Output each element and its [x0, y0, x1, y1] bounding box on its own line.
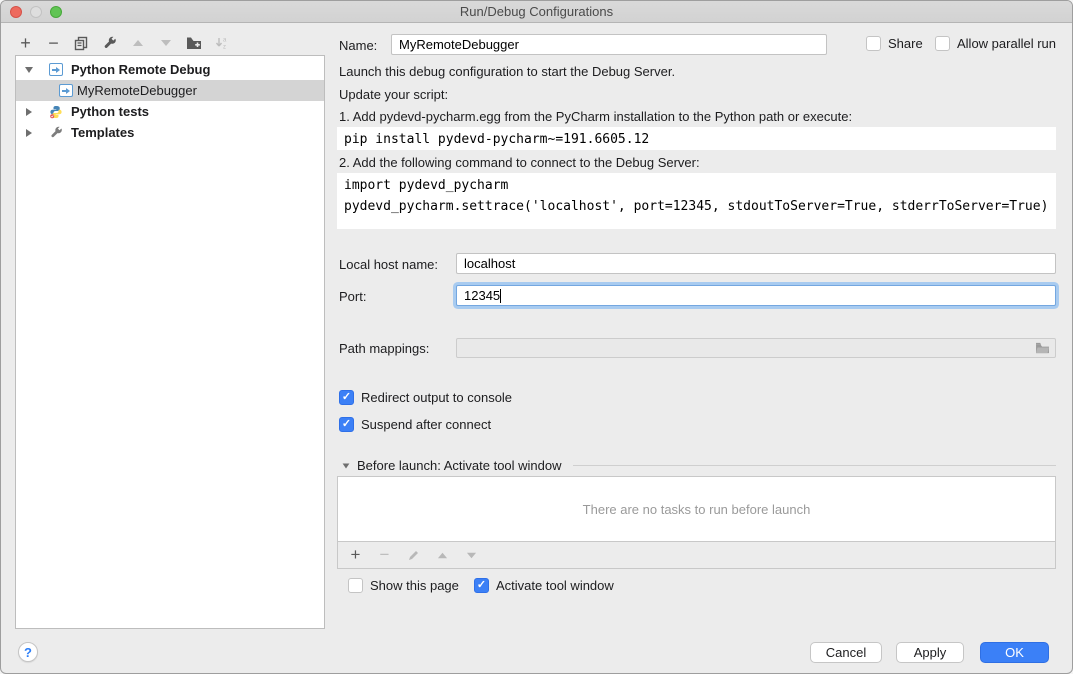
instruction-step-1: 1. Add pydevd-pycharm.egg from the PyCha…	[339, 109, 852, 124]
new-folder-icon[interactable]	[185, 35, 202, 52]
remove-task-icon: −	[376, 547, 393, 564]
before-launch-header[interactable]: Before launch: Activate tool window	[342, 458, 1056, 473]
collapse-icon[interactable]	[343, 463, 350, 468]
allow-parallel-run-checkbox[interactable]: Allow parallel run	[935, 36, 1056, 51]
chevron-right-icon[interactable]	[23, 129, 35, 137]
tree-item-label: MyRemoteDebugger	[77, 83, 197, 98]
move-up-icon	[129, 35, 146, 52]
instruction-step-2: 2. Add the following command to connect …	[339, 155, 700, 170]
svg-text:z: z	[223, 45, 226, 51]
tree-item-label: Python tests	[71, 104, 149, 119]
edit-templates-icon[interactable]	[101, 35, 118, 52]
wrench-icon	[49, 126, 63, 140]
tree-item-python-tests[interactable]: Python tests	[16, 101, 324, 122]
path-mappings-label: Path mappings:	[339, 341, 429, 356]
checkbox-icon	[935, 36, 950, 51]
allow-parallel-run-label: Allow parallel run	[957, 36, 1056, 51]
port-label: Port:	[339, 289, 366, 304]
local-host-name-label: Local host name:	[339, 257, 438, 272]
show-this-page-label: Show this page	[370, 578, 459, 593]
svg-text:a: a	[223, 38, 227, 44]
run-debug-configurations-dialog: Run/Debug Configurations + − az Python R…	[0, 0, 1073, 674]
share-checkbox[interactable]: Share	[866, 36, 923, 51]
local-host-name-input[interactable]	[456, 253, 1056, 274]
checkbox-checked-icon	[474, 578, 489, 593]
share-label: Share	[888, 36, 923, 51]
checkbox-icon	[866, 36, 881, 51]
python-icon	[49, 105, 63, 119]
ok-button[interactable]: OK	[980, 642, 1049, 663]
suspend-after-connect-label: Suspend after connect	[361, 417, 491, 432]
checkbox-icon	[348, 578, 363, 593]
apply-button[interactable]: Apply	[896, 642, 964, 663]
move-task-up-icon	[434, 547, 451, 564]
path-mappings-input[interactable]	[456, 338, 1056, 358]
pip-install-code: pip install pydevd-pycharm~=191.6605.12	[337, 127, 1056, 150]
sort-alphabetically-icon: az	[213, 35, 230, 52]
redirect-output-checkbox[interactable]: Redirect output to console	[339, 390, 512, 405]
cancel-button[interactable]: Cancel	[810, 642, 882, 663]
port-input[interactable]	[456, 285, 1056, 306]
browse-folder-icon[interactable]	[1035, 342, 1050, 357]
question-mark-icon: ?	[24, 645, 32, 660]
show-this-page-checkbox[interactable]: Show this page	[348, 578, 459, 593]
text-cursor	[500, 289, 501, 303]
suspend-after-connect-checkbox[interactable]: Suspend after connect	[339, 417, 491, 432]
settrace-code: import pydevd_pycharm pydevd_pycharm.sett…	[337, 173, 1056, 229]
titlebar: Run/Debug Configurations	[1, 1, 1072, 23]
empty-tasks-message: There are no tasks to run before launch	[583, 502, 811, 517]
configurations-toolbar: + − az	[17, 32, 230, 54]
tree-item-label: Templates	[71, 125, 134, 140]
before-launch-toolbar: + −	[337, 542, 1056, 569]
redirect-output-label: Redirect output to console	[361, 390, 512, 405]
window-title: Run/Debug Configurations	[1, 4, 1072, 19]
tree-item-python-remote-debug[interactable]: Python Remote Debug	[16, 59, 324, 80]
name-input[interactable]	[391, 34, 827, 55]
separator	[573, 465, 1056, 466]
move-task-down-icon	[463, 547, 480, 564]
instruction-line-2: Update your script:	[339, 87, 448, 102]
instruction-line-1: Launch this debug configuration to start…	[339, 64, 675, 79]
configurations-tree: Python Remote Debug MyRemoteDebugger Pyt…	[15, 55, 325, 629]
configuration-editor: Name: Share Allow parallel run Launch th…	[337, 23, 1056, 673]
tree-item-templates[interactable]: Templates	[16, 122, 324, 143]
chevron-right-icon[interactable]	[23, 108, 35, 116]
settrace-code-line-1: import pydevd_pycharm	[344, 178, 508, 193]
add-icon[interactable]: +	[17, 35, 34, 52]
tree-item-myremotedebugger[interactable]: MyRemoteDebugger	[16, 80, 324, 101]
checkbox-checked-icon	[339, 417, 354, 432]
activate-tool-window-checkbox[interactable]: Activate tool window	[474, 578, 614, 593]
settrace-code-line-2: pydevd_pycharm.settrace('localhost', por…	[344, 199, 1048, 214]
help-button[interactable]: ?	[18, 642, 38, 662]
before-launch-task-list[interactable]: There are no tasks to run before launch	[337, 476, 1056, 542]
checkbox-checked-icon	[339, 390, 354, 405]
edit-task-icon	[405, 547, 422, 564]
activate-tool-window-label: Activate tool window	[496, 578, 614, 593]
move-down-icon	[157, 35, 174, 52]
tree-item-label: Python Remote Debug	[71, 62, 210, 77]
remote-debug-icon	[49, 63, 63, 76]
remove-icon[interactable]: −	[45, 35, 62, 52]
add-task-icon[interactable]: +	[347, 547, 364, 564]
remote-debug-icon	[59, 84, 73, 97]
chevron-down-icon[interactable]	[23, 67, 35, 73]
copy-icon[interactable]	[73, 35, 90, 52]
before-launch-title: Before launch: Activate tool window	[357, 458, 562, 473]
name-label: Name:	[339, 38, 377, 53]
